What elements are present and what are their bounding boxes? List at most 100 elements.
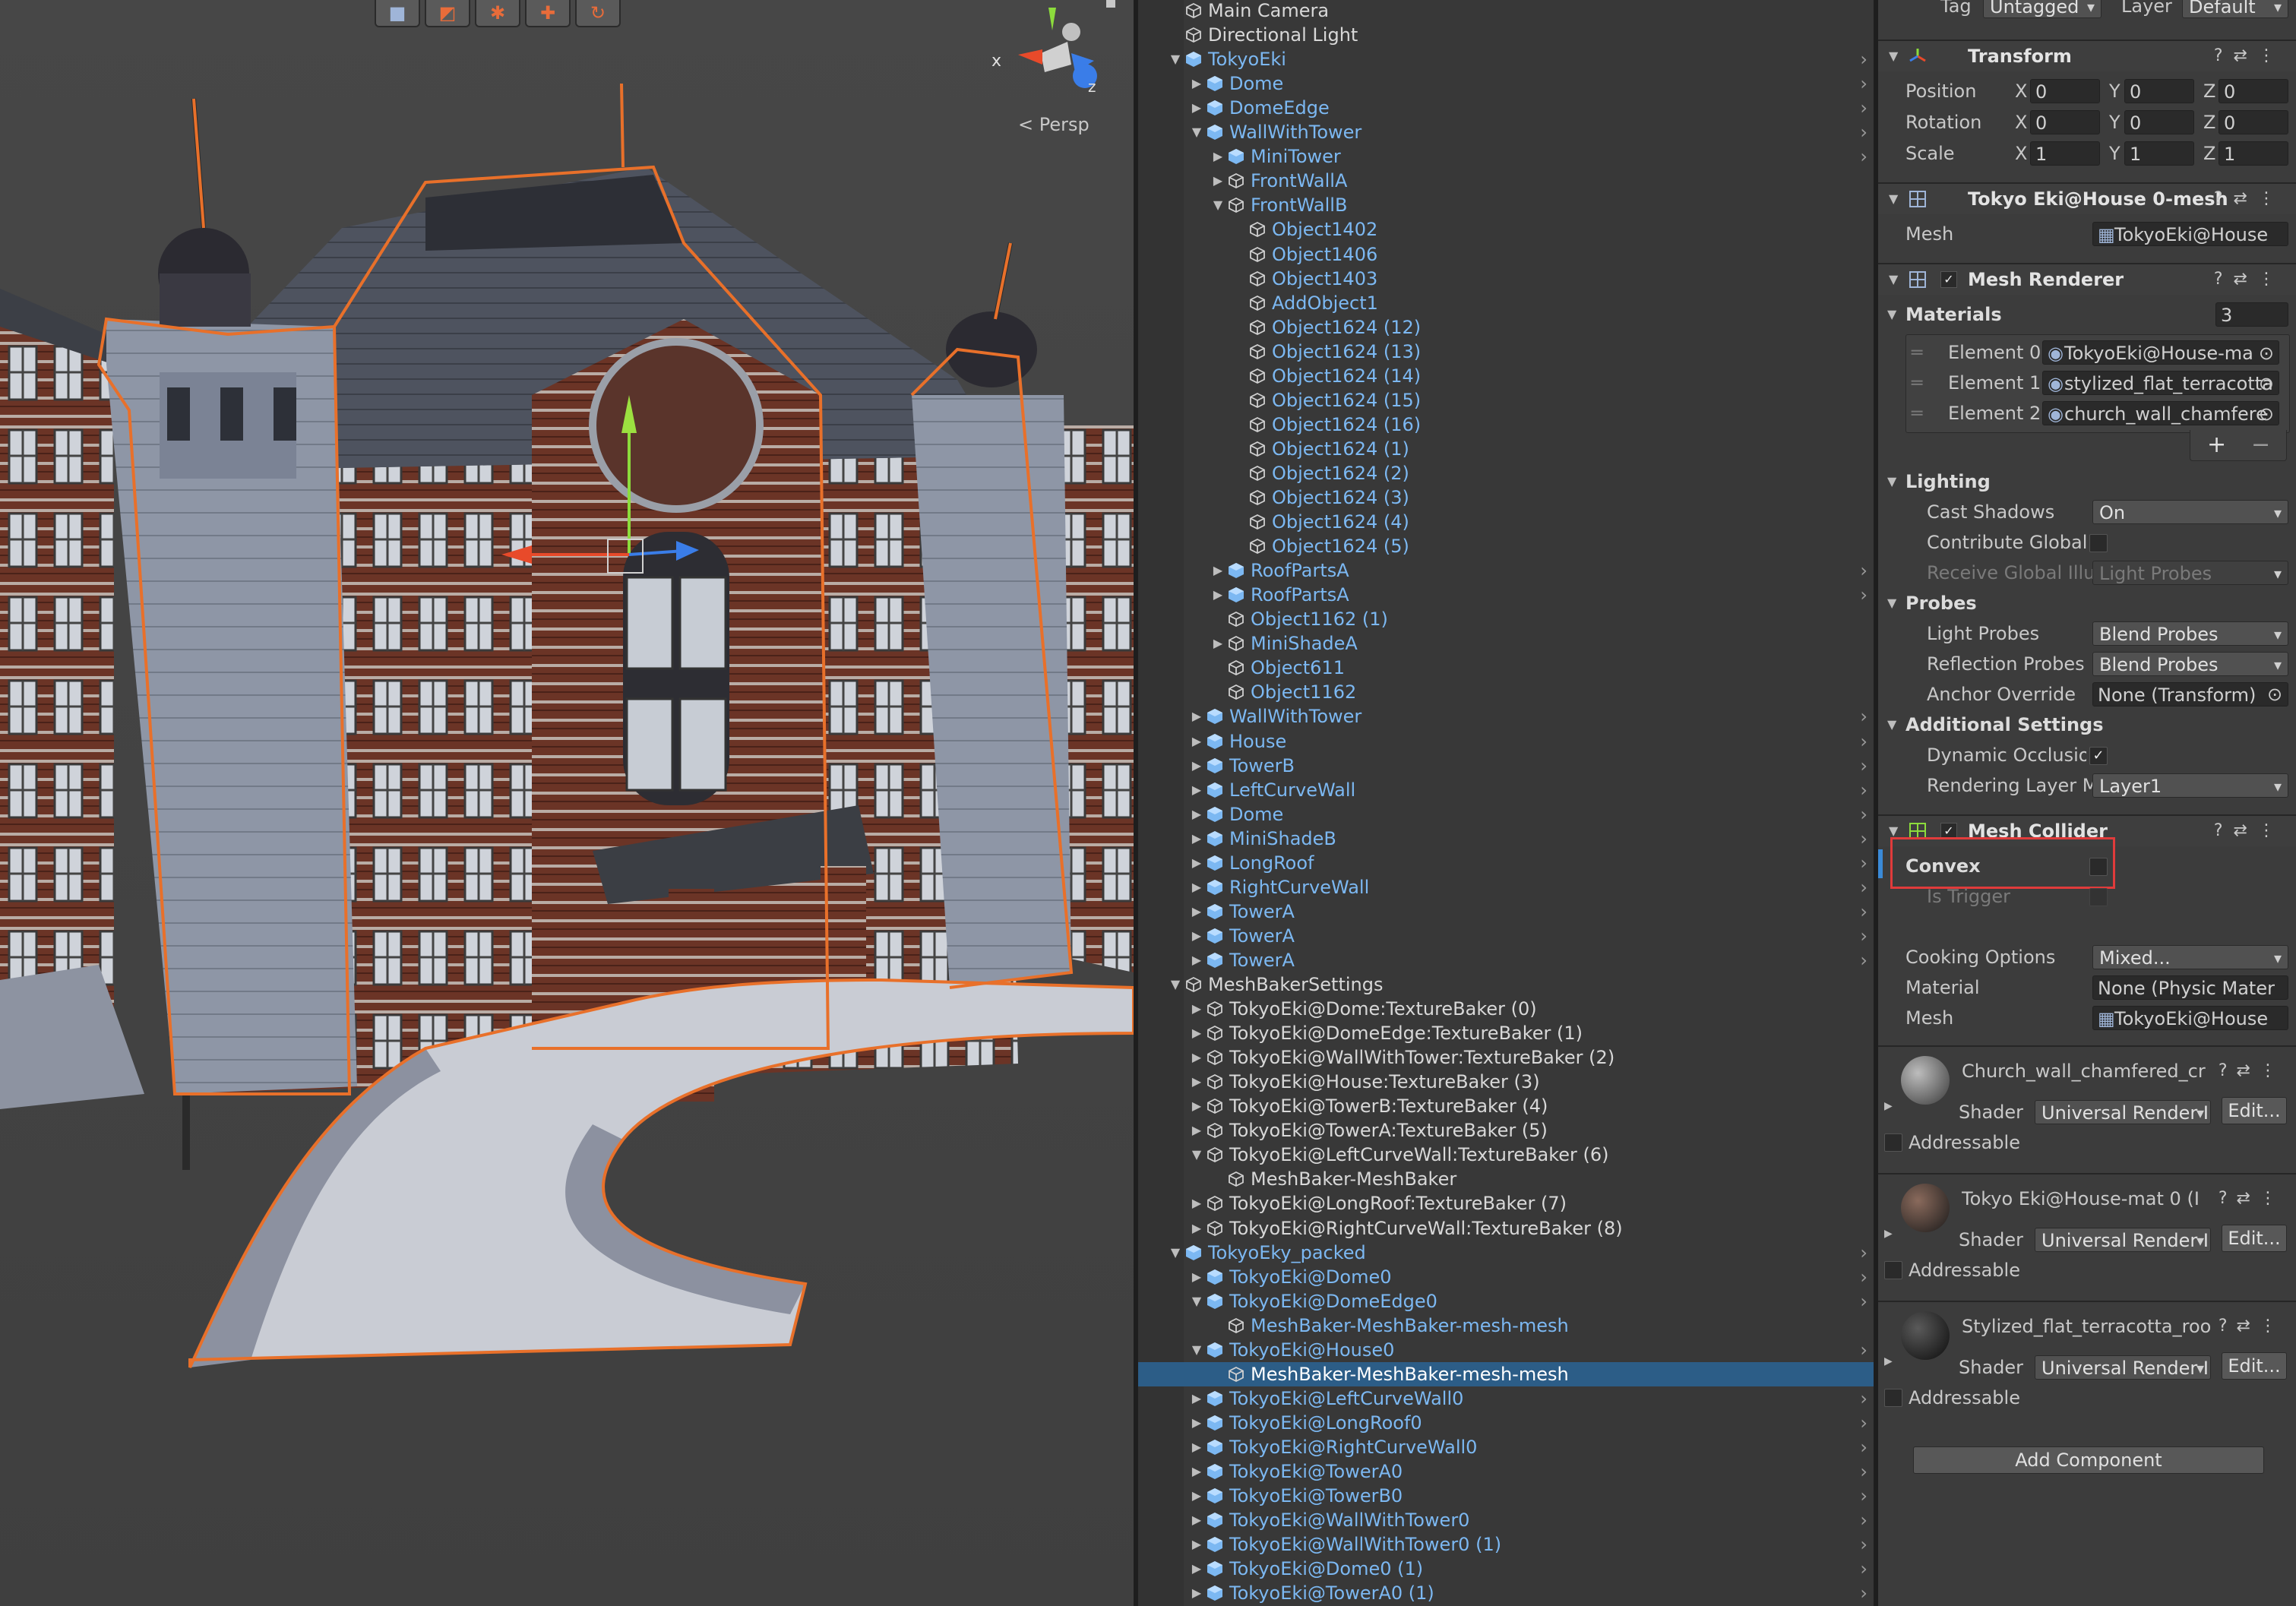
collider-mesh-field[interactable]: ▦ TokyoEki@House (2092, 1006, 2288, 1030)
hierarchy-row[interactable]: ▶ TokyoEki@LongRoof0 › (1138, 1411, 1874, 1435)
component-menu-icons[interactable]: ?⇄⋮ (2219, 1311, 2285, 1342)
expand-right-icon[interactable]: ▶ (1190, 948, 1203, 972)
scale-z-field[interactable]: 1 (2219, 141, 2288, 166)
collapse-arrow-icon[interactable]: ▶ (1884, 1100, 1893, 1112)
add-component-button[interactable]: Add Component (1913, 1446, 2264, 1474)
hierarchy-row[interactable]: ▶ TokyoEki@Dome0 (1) › (1138, 1557, 1874, 1581)
expand-right-icon[interactable]: ▶ (1211, 583, 1225, 607)
addressable-checkbox[interactable] (1884, 1389, 1902, 1407)
hierarchy-row[interactable]: AddObject1 (1138, 291, 1874, 315)
component-menu-icons[interactable]: ?⇄⋮ (2214, 41, 2285, 71)
edit-shader-button[interactable]: Edit... (2222, 1352, 2287, 1380)
component-menu-icons[interactable]: ?⇄⋮ (2219, 1184, 2285, 1214)
hierarchy-row[interactable]: ▶ MiniShadeB › (1138, 827, 1874, 851)
expand-right-icon[interactable]: ▶ (1190, 875, 1203, 899)
hierarchy-row[interactable]: ▼ TokyoEki@LeftCurveWall:TextureBaker (6) (1138, 1143, 1874, 1167)
hierarchy-row[interactable]: ▼ TokyoEki@DomeEdge0 › (1138, 1289, 1874, 1314)
hierarchy-row[interactable]: ▶ RightCurveWall › (1138, 875, 1874, 899)
expand-down-icon[interactable]: ▼ (1190, 1338, 1203, 1362)
expand-right-icon[interactable]: ▶ (1190, 1094, 1203, 1118)
prefab-open-chevron-icon[interactable]: › (1860, 1581, 1867, 1605)
prefab-open-chevron-icon[interactable]: › (1860, 1411, 1867, 1435)
hierarchy-row[interactable]: ▶ TowerA › (1138, 924, 1874, 948)
element-material-field[interactable]: ◉ church_wall_chamfere ⊙ (2042, 401, 2279, 425)
hierarchy-row[interactable]: Object1403 (1138, 267, 1874, 291)
hierarchy-row[interactable]: Object1624 (13) (1138, 340, 1874, 364)
shader-dropdown[interactable]: Universal Render I (2035, 1228, 2211, 1252)
addressable-checkbox[interactable] (1884, 1133, 1902, 1152)
hierarchy-row[interactable]: ▶ TokyoEki@Dome:TextureBaker (0) (1138, 997, 1874, 1021)
hierarchy-row[interactable]: Object1402 (1138, 217, 1874, 242)
prefab-open-chevron-icon[interactable]: › (1860, 899, 1867, 924)
prefab-open-chevron-icon[interactable]: › (1860, 1459, 1867, 1484)
hierarchy-row[interactable]: MeshBaker-MeshBaker (1138, 1167, 1874, 1191)
prefab-open-chevron-icon[interactable]: › (1860, 1532, 1867, 1557)
expand-right-icon[interactable]: ▶ (1190, 924, 1203, 948)
position-x-field[interactable]: 0 (2030, 79, 2100, 103)
position-y-field[interactable]: 0 (2124, 79, 2194, 103)
prefab-open-chevron-icon[interactable]: › (1860, 1386, 1867, 1411)
prefab-open-chevron-icon[interactable]: › (1860, 754, 1867, 778)
prefab-open-chevron-icon[interactable]: › (1860, 802, 1867, 827)
prefab-open-chevron-icon[interactable]: › (1860, 875, 1867, 899)
hierarchy-row[interactable]: Object1624 (15) (1138, 388, 1874, 413)
hierarchy-row[interactable]: ▶ TokyoEki@WallWithTower:TextureBaker (2) (1138, 1045, 1874, 1070)
prefab-open-chevron-icon[interactable]: › (1860, 71, 1867, 96)
hierarchy-row[interactable]: Object1162 (1) (1138, 607, 1874, 631)
rotation-z-field[interactable]: 0 (2219, 110, 2288, 134)
hierarchy-row[interactable]: ▶ FrontWallA (1138, 169, 1874, 193)
prefab-open-chevron-icon[interactable]: › (1860, 729, 1867, 754)
expand-down-icon[interactable]: ▼ (1211, 193, 1225, 217)
hierarchy-row[interactable]: ▶ RoofPartsA › (1138, 583, 1874, 607)
contribute-gi-checkbox[interactable] (2089, 534, 2108, 552)
add-element-button[interactable]: + (2207, 432, 2226, 458)
edit-shader-button[interactable]: Edit... (2222, 1097, 2287, 1124)
expand-right-icon[interactable]: ▶ (1190, 1557, 1203, 1581)
hierarchy-row[interactable]: ▶ TokyoEki@Dome0 › (1138, 1265, 1874, 1289)
expand-down-icon[interactable]: ▼ (1190, 120, 1203, 144)
drag-handle-icon[interactable]: ═ (1912, 398, 1922, 428)
prefab-open-chevron-icon[interactable]: › (1860, 47, 1867, 71)
cast-shadows-dropdown[interactable]: On (2092, 500, 2288, 524)
hierarchy-row[interactable]: Main Camera (1138, 0, 1874, 23)
prefab-open-chevron-icon[interactable]: › (1860, 1435, 1867, 1459)
expand-right-icon[interactable]: ▶ (1190, 729, 1203, 754)
prefab-open-chevron-icon[interactable]: › (1860, 1265, 1867, 1289)
hierarchy-row[interactable]: ▶ TokyoEki@WallWithTower0 › (1138, 1508, 1874, 1532)
mesh-renderer-header[interactable]: ▼ ✓ Mesh Renderer ?⇄⋮ (1878, 263, 2296, 295)
hierarchy-row[interactable]: ▶ TokyoEki@DomeEdge:TextureBaker (1) (1138, 1021, 1874, 1045)
mesh-filter-header[interactable]: ▼ Tokyo Eki@House 0-mesh ?⇄⋮ (1878, 182, 2296, 214)
lock-icon[interactable] (1106, 0, 1115, 8)
hierarchy-row[interactable]: ▶ TokyoEki@TowerB:TextureBaker (4) (1138, 1094, 1874, 1118)
prefab-open-chevron-icon[interactable]: › (1860, 948, 1867, 972)
cooking-options-dropdown[interactable]: Mixed... (2092, 945, 2288, 969)
hierarchy-row[interactable]: ▼ TokyoEki@House0 › (1138, 1338, 1874, 1362)
addressable-checkbox[interactable] (1884, 1261, 1902, 1279)
hierarchy-row[interactable]: ▶ LeftCurveWall › (1138, 778, 1874, 802)
expand-right-icon[interactable]: ▶ (1190, 1216, 1203, 1241)
prefab-open-chevron-icon[interactable]: › (1860, 120, 1867, 144)
prefab-open-chevron-icon[interactable]: › (1860, 144, 1867, 169)
prefab-open-chevron-icon[interactable]: › (1860, 96, 1867, 120)
expand-right-icon[interactable]: ▶ (1190, 1459, 1203, 1484)
dynamic-occlusion-checkbox[interactable]: ✓ (2089, 747, 2108, 765)
expand-right-icon[interactable]: ▶ (1190, 1508, 1203, 1532)
element-material-field[interactable]: ◉ stylized_flat_terracotta ⊙ (2042, 371, 2279, 395)
tag-dropdown[interactable]: Untagged (1983, 0, 2102, 18)
rotate-icon[interactable]: ↻ (575, 0, 621, 27)
hierarchy-row[interactable]: Object1624 (3) (1138, 485, 1874, 510)
hierarchy-row[interactable]: Object1162 (1138, 680, 1874, 704)
hierarchy-row[interactable]: ▶ RoofPartsA › (1138, 558, 1874, 583)
lighting-row[interactable]: ▼ Lighting (1878, 466, 2296, 497)
expand-right-icon[interactable]: ▶ (1211, 631, 1225, 656)
hierarchy-row[interactable]: Object1624 (12) (1138, 315, 1874, 340)
expand-right-icon[interactable]: ▶ (1211, 169, 1225, 193)
expand-right-icon[interactable]: ▶ (1190, 802, 1203, 827)
hierarchy-row[interactable]: ▶ DomeEdge › (1138, 96, 1874, 120)
hierarchy-row[interactable]: ▶ TokyoEki@TowerA0 (1) › (1138, 1581, 1874, 1605)
component-menu-icons[interactable]: ?⇄⋮ (2214, 264, 2285, 295)
expand-right-icon[interactable]: ▶ (1190, 827, 1203, 851)
hierarchy-row[interactable]: ▶ TokyoEki@WallWithTower0 (1) › (1138, 1532, 1874, 1557)
expand-right-icon[interactable]: ▶ (1190, 1021, 1203, 1045)
collapse-arrow-icon[interactable]: ▶ (1884, 1228, 1893, 1240)
